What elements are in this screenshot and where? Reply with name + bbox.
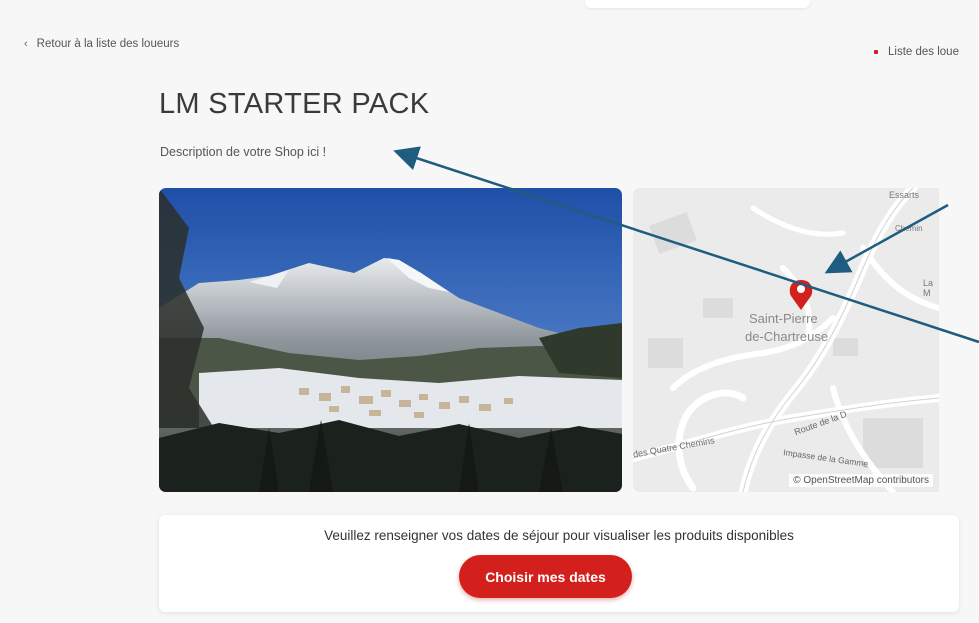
- map-area-label: Chemin: [895, 224, 923, 233]
- right-nav-label: Liste des loue: [888, 46, 959, 58]
- page-title: LM STARTER PACK: [159, 88, 430, 120]
- right-nav-link[interactable]: Liste des loue: [874, 46, 959, 58]
- map-area-label: La M: [923, 278, 934, 298]
- map-area-label: Essarts: [889, 190, 920, 200]
- bullet-icon: [874, 50, 878, 54]
- chevron-left-icon: ‹: [24, 38, 28, 50]
- map-attribution[interactable]: © OpenStreetMap contributors: [789, 474, 933, 487]
- shop-photo: [159, 188, 622, 492]
- date-prompt-card: Veuillez renseigner vos dates de séjour …: [159, 515, 959, 612]
- back-link[interactable]: ‹ Retour à la liste des loueurs: [24, 38, 179, 50]
- location-map[interactable]: Saint-Pierre de-Chartreuse Route de la D…: [633, 188, 939, 492]
- map-place-line1: Saint-Pierre: [749, 311, 818, 326]
- map-place-line2: de-Chartreuse: [745, 329, 829, 344]
- shop-description: Description de votre Shop ici !: [160, 145, 327, 159]
- back-link-label: Retour à la liste des loueurs: [36, 38, 180, 50]
- top-tab: [585, 0, 810, 8]
- date-prompt-text: Veuillez renseigner vos dates de séjour …: [324, 528, 794, 543]
- choose-dates-button[interactable]: Choisir mes dates: [459, 555, 632, 598]
